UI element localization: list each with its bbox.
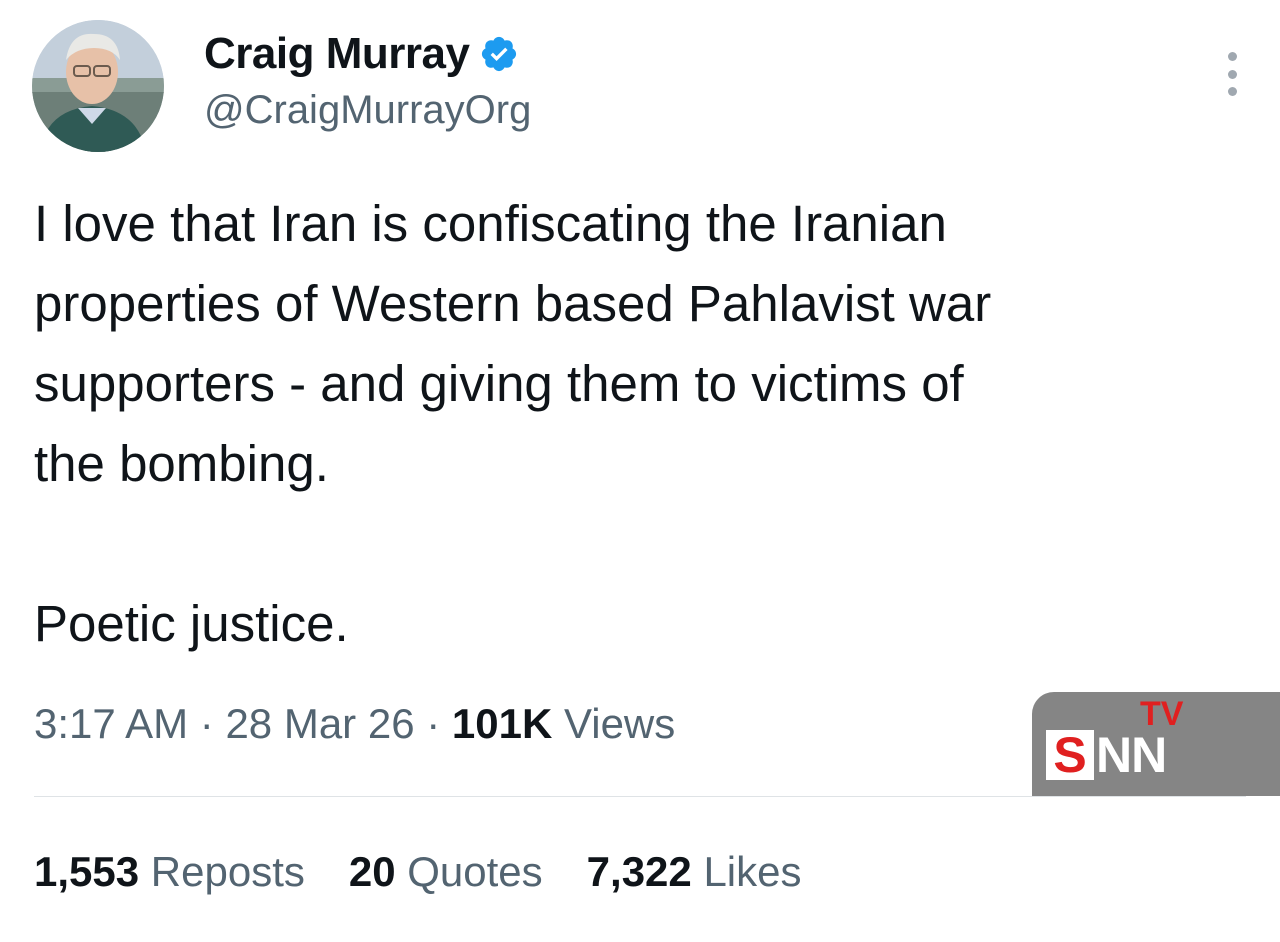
logo-s-text: S [1046, 730, 1094, 780]
views-label: Views [563, 700, 676, 747]
tweet-text: I love that Iran is confiscating the Ira… [34, 184, 1234, 664]
meta-separator: · [426, 700, 441, 747]
avatar[interactable] [32, 20, 164, 152]
views-count: 101K [451, 700, 553, 747]
tweet-line: supporters - and giving them to victims … [34, 355, 964, 412]
tweet-stats: 1,553 Reposts 20 Quotes 7,322 Likes [34, 848, 802, 896]
quotes-stat[interactable]: 20 Quotes [349, 848, 543, 896]
tweet-line: I love that Iran is confiscating the Ira… [34, 195, 947, 252]
tweet-line: Poetic justice. [34, 595, 349, 652]
tweet-line: properties of Western based Pahlavist wa… [34, 275, 992, 332]
tweet-meta: 3:17 AM · 28 Mar 26 · 101K Views [34, 700, 675, 748]
logo-nn-text: NN [1096, 727, 1167, 783]
tweet-time[interactable]: 3:17 AM [34, 700, 188, 747]
tweet-line: the bombing. [34, 435, 329, 492]
likes-count: 7,322 [586, 848, 692, 895]
quotes-label: Quotes [407, 848, 543, 895]
more-options-icon[interactable] [1224, 52, 1240, 96]
verified-badge-icon[interactable] [479, 34, 519, 74]
more-dot [1227, 52, 1237, 61]
quotes-count: 20 [348, 848, 396, 895]
reposts-stat[interactable]: 1,553 Reposts [34, 848, 305, 896]
likes-label: Likes [703, 848, 802, 895]
reposts-count: 1,553 [34, 848, 140, 895]
author-name-row: Craig Murray [204, 26, 531, 82]
snn-tv-logo: TV S NN [1032, 692, 1280, 796]
more-dot [1227, 87, 1237, 96]
reposts-label: Reposts [150, 848, 305, 895]
divider [34, 796, 1246, 797]
author-handle[interactable]: @CraigMurrayOrg [204, 88, 531, 133]
avatar-photo [32, 20, 164, 152]
tweet-date[interactable]: 28 Mar 26 [225, 700, 414, 747]
more-dot [1227, 69, 1237, 79]
author-display-name[interactable]: Craig Murray [204, 29, 470, 79]
tweet-author: Craig Murray @CraigMurrayOrg [204, 26, 531, 133]
likes-stat[interactable]: 7,322 Likes [587, 848, 802, 896]
paragraph-spacer [34, 504, 1234, 584]
meta-separator: · [199, 700, 214, 747]
